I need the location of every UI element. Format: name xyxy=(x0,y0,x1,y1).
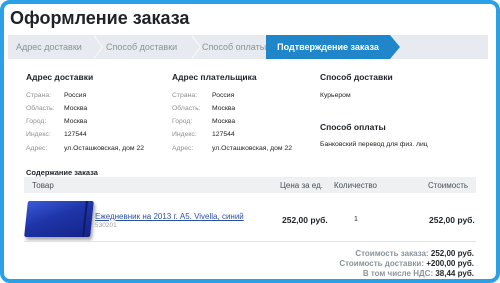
field-value: Россия xyxy=(64,92,87,99)
order-table-header: Товар Цена за ед. Количество Стоимость xyxy=(24,177,476,193)
col-product: Товар xyxy=(32,181,54,190)
order-total-label: Стоимость заказа: xyxy=(355,249,429,258)
vat-label: В том числе НДС: xyxy=(362,269,434,278)
payer-address-heading: Адрес плательщика xyxy=(172,72,257,82)
field-label: Индекс: xyxy=(26,131,51,138)
vat-value: 38,44 руб. xyxy=(435,269,474,278)
product-link[interactable]: Ежедневник на 2013 г. А5. Vivella, синий xyxy=(95,212,244,221)
delivery-cost-value: +200,00 руб. xyxy=(426,259,474,268)
step-separator xyxy=(93,35,103,59)
field-value: Москва xyxy=(64,118,88,125)
col-quantity: Количество xyxy=(334,181,377,190)
step-delivery-address[interactable]: Адрес доставки xyxy=(16,35,82,59)
field-value: Россия xyxy=(212,92,235,99)
order-total-value: 252,00 руб. xyxy=(430,249,474,258)
payment-method-value: Банковский перевод для физ. лиц xyxy=(320,141,428,148)
page-title: Оформление заказа xyxy=(10,8,190,28)
field-value: Москва xyxy=(212,105,236,112)
product-code: 530201 xyxy=(95,222,117,229)
field-label: Адрес: xyxy=(172,145,194,152)
field-label: Страна: xyxy=(172,92,198,99)
order-contents-heading: Содержание заказа xyxy=(26,168,98,177)
step-separator xyxy=(191,35,201,59)
shipping-method-value: Курьером xyxy=(320,92,351,99)
step-confirmation-active: Подтверждение заказа xyxy=(266,35,390,59)
field-label: Индекс: xyxy=(172,131,197,138)
field-label: Область: xyxy=(172,105,201,112)
step-active-arrow xyxy=(390,35,400,59)
field-value: Москва xyxy=(212,118,236,125)
quantity-value: 1 xyxy=(354,216,358,223)
field-label: Страна: xyxy=(26,92,52,99)
line-cost: 252,00 руб. xyxy=(429,215,475,225)
col-cost: Стоимость xyxy=(428,181,469,190)
field-value: 127544 xyxy=(212,131,235,138)
checkout-steps: Адрес доставки Способ доставки Способ оп… xyxy=(8,35,488,59)
product-image[interactable] xyxy=(24,201,94,237)
unit-price: 252,00 руб. xyxy=(282,215,328,225)
row-divider xyxy=(24,241,476,242)
field-value: ул.Осташковская, дом 22 xyxy=(212,145,293,152)
delivery-cost-row: Стоимость доставки: +200,00 руб. xyxy=(339,259,474,268)
delivery-cost-label: Стоимость доставки: xyxy=(339,259,424,268)
field-label: Область: xyxy=(26,105,55,112)
order-total-row: Стоимость заказа: 252,00 руб. xyxy=(355,249,474,258)
shipping-method-heading: Способ доставки xyxy=(320,72,393,82)
field-label: Город: xyxy=(172,118,193,125)
vat-row: В том числе НДС: 38,44 руб. xyxy=(363,269,474,278)
delivery-address-heading: Адрес доставки xyxy=(26,72,94,82)
field-value: ул.Осташковская, дом 22 xyxy=(64,145,145,152)
field-label: Город: xyxy=(26,118,47,125)
step-payment-method[interactable]: Способ оплаты xyxy=(202,35,266,59)
field-value: Москва xyxy=(64,105,88,112)
payment-method-heading: Способ оплаты xyxy=(320,122,386,132)
field-label: Адрес: xyxy=(26,145,48,152)
col-unit-price: Цена за ед. xyxy=(280,181,323,190)
field-value: 127544 xyxy=(64,131,87,138)
step-delivery-method[interactable]: Способ доставки xyxy=(106,35,177,59)
